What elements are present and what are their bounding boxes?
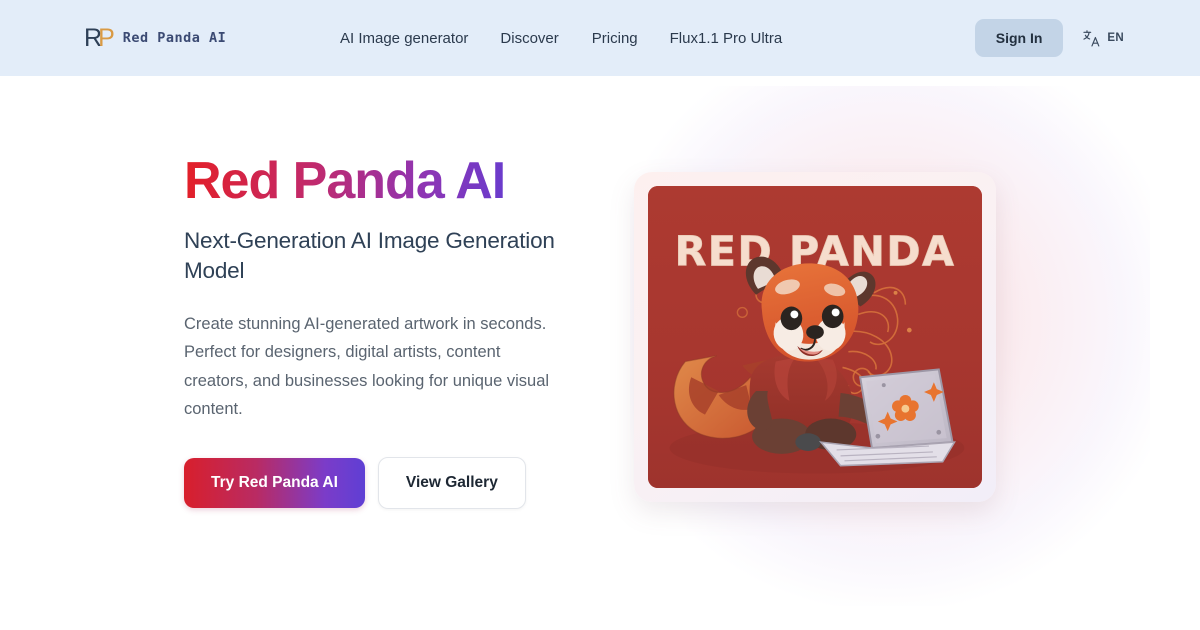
logo-letter-p: P [98,23,115,52]
translate-icon [1083,29,1100,47]
hero-image-frame[interactable]: RED PANDA AI [634,172,996,502]
main-navigation: AI Image generator Discover Pricing Flux… [340,30,782,47]
sign-in-button[interactable]: Sign In [974,19,1064,57]
brand-logo[interactable]: RP Red Panda AI [84,23,227,52]
logo-mark-icon: RP [84,23,115,52]
nav-link-pricing[interactable]: Pricing [592,30,670,47]
nav-link-flux-pro-ultra[interactable]: Flux1.1 Pro Ultra [670,30,783,47]
view-gallery-button[interactable]: View Gallery [377,456,526,509]
language-switcher[interactable]: EN [1082,29,1124,48]
nav-link-discover[interactable]: Discover [500,30,591,47]
hero-subheadline: Next-Generation AI Image Generation Mode… [184,228,555,284]
page-title: Red Panda AI [184,153,584,209]
hero-image-column: RED PANDA AI [600,76,1200,630]
hero-illustration: RED PANDA AI [648,186,982,488]
hero-description: Create stunning AI-generated artwork in … [184,315,550,419]
site-header: RP Red Panda AI AI Image generator Disco… [0,0,1200,76]
header-actions: Sign In EN [974,19,1124,57]
nav-link-ai-image-generator[interactable]: AI Image generator [340,30,500,47]
try-red-panda-ai-button[interactable]: Try Red Panda AI [184,457,365,508]
hero-text-column: Red Panda AI Next-Generation AI Image Ge… [184,153,584,509]
hero-section: Red Panda AI Next-Generation AI Image Ge… [0,76,1200,630]
brand-name: Red Panda AI [122,30,227,46]
hero-cta-row: Try Red Panda AI View Gallery [184,456,584,509]
red-panda-illustration-icon: RED PANDA AI [648,186,982,488]
language-code: EN [1107,32,1124,44]
